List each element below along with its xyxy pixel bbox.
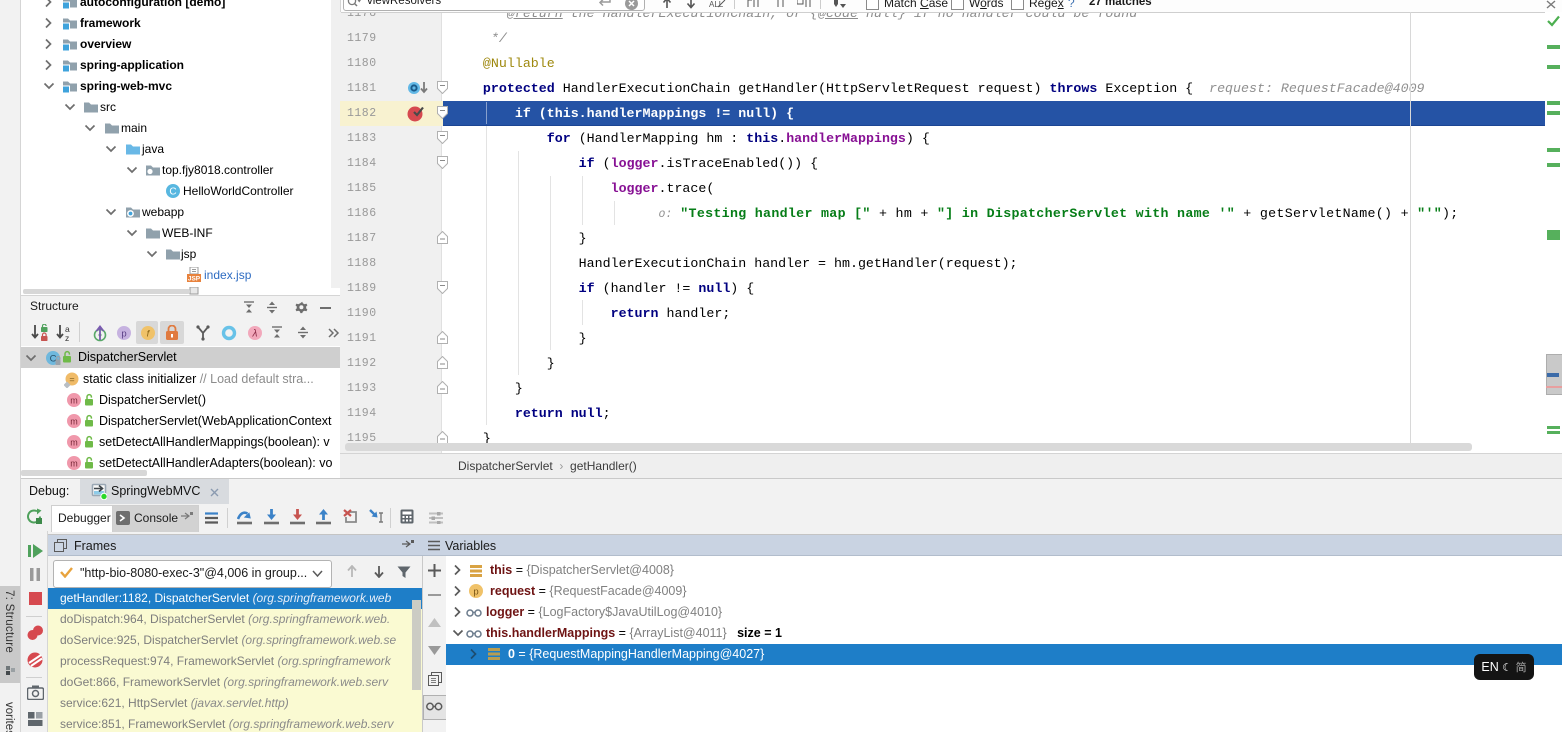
svg-text:=: = bbox=[69, 375, 74, 385]
svg-text:p: p bbox=[121, 329, 126, 340]
svg-text:z: z bbox=[65, 333, 69, 342]
svg-text:λ: λ bbox=[252, 329, 258, 340]
svg-text:m: m bbox=[70, 417, 78, 427]
svg-text:JSP: JSP bbox=[188, 276, 201, 283]
svg-text:p: p bbox=[473, 587, 478, 598]
svg-text:m: m bbox=[70, 438, 78, 448]
svg-text:m: m bbox=[70, 396, 78, 406]
svg-text:ALL: ALL bbox=[709, 0, 724, 9]
svg-text:m: m bbox=[70, 459, 78, 469]
svg-text:C: C bbox=[169, 187, 176, 198]
